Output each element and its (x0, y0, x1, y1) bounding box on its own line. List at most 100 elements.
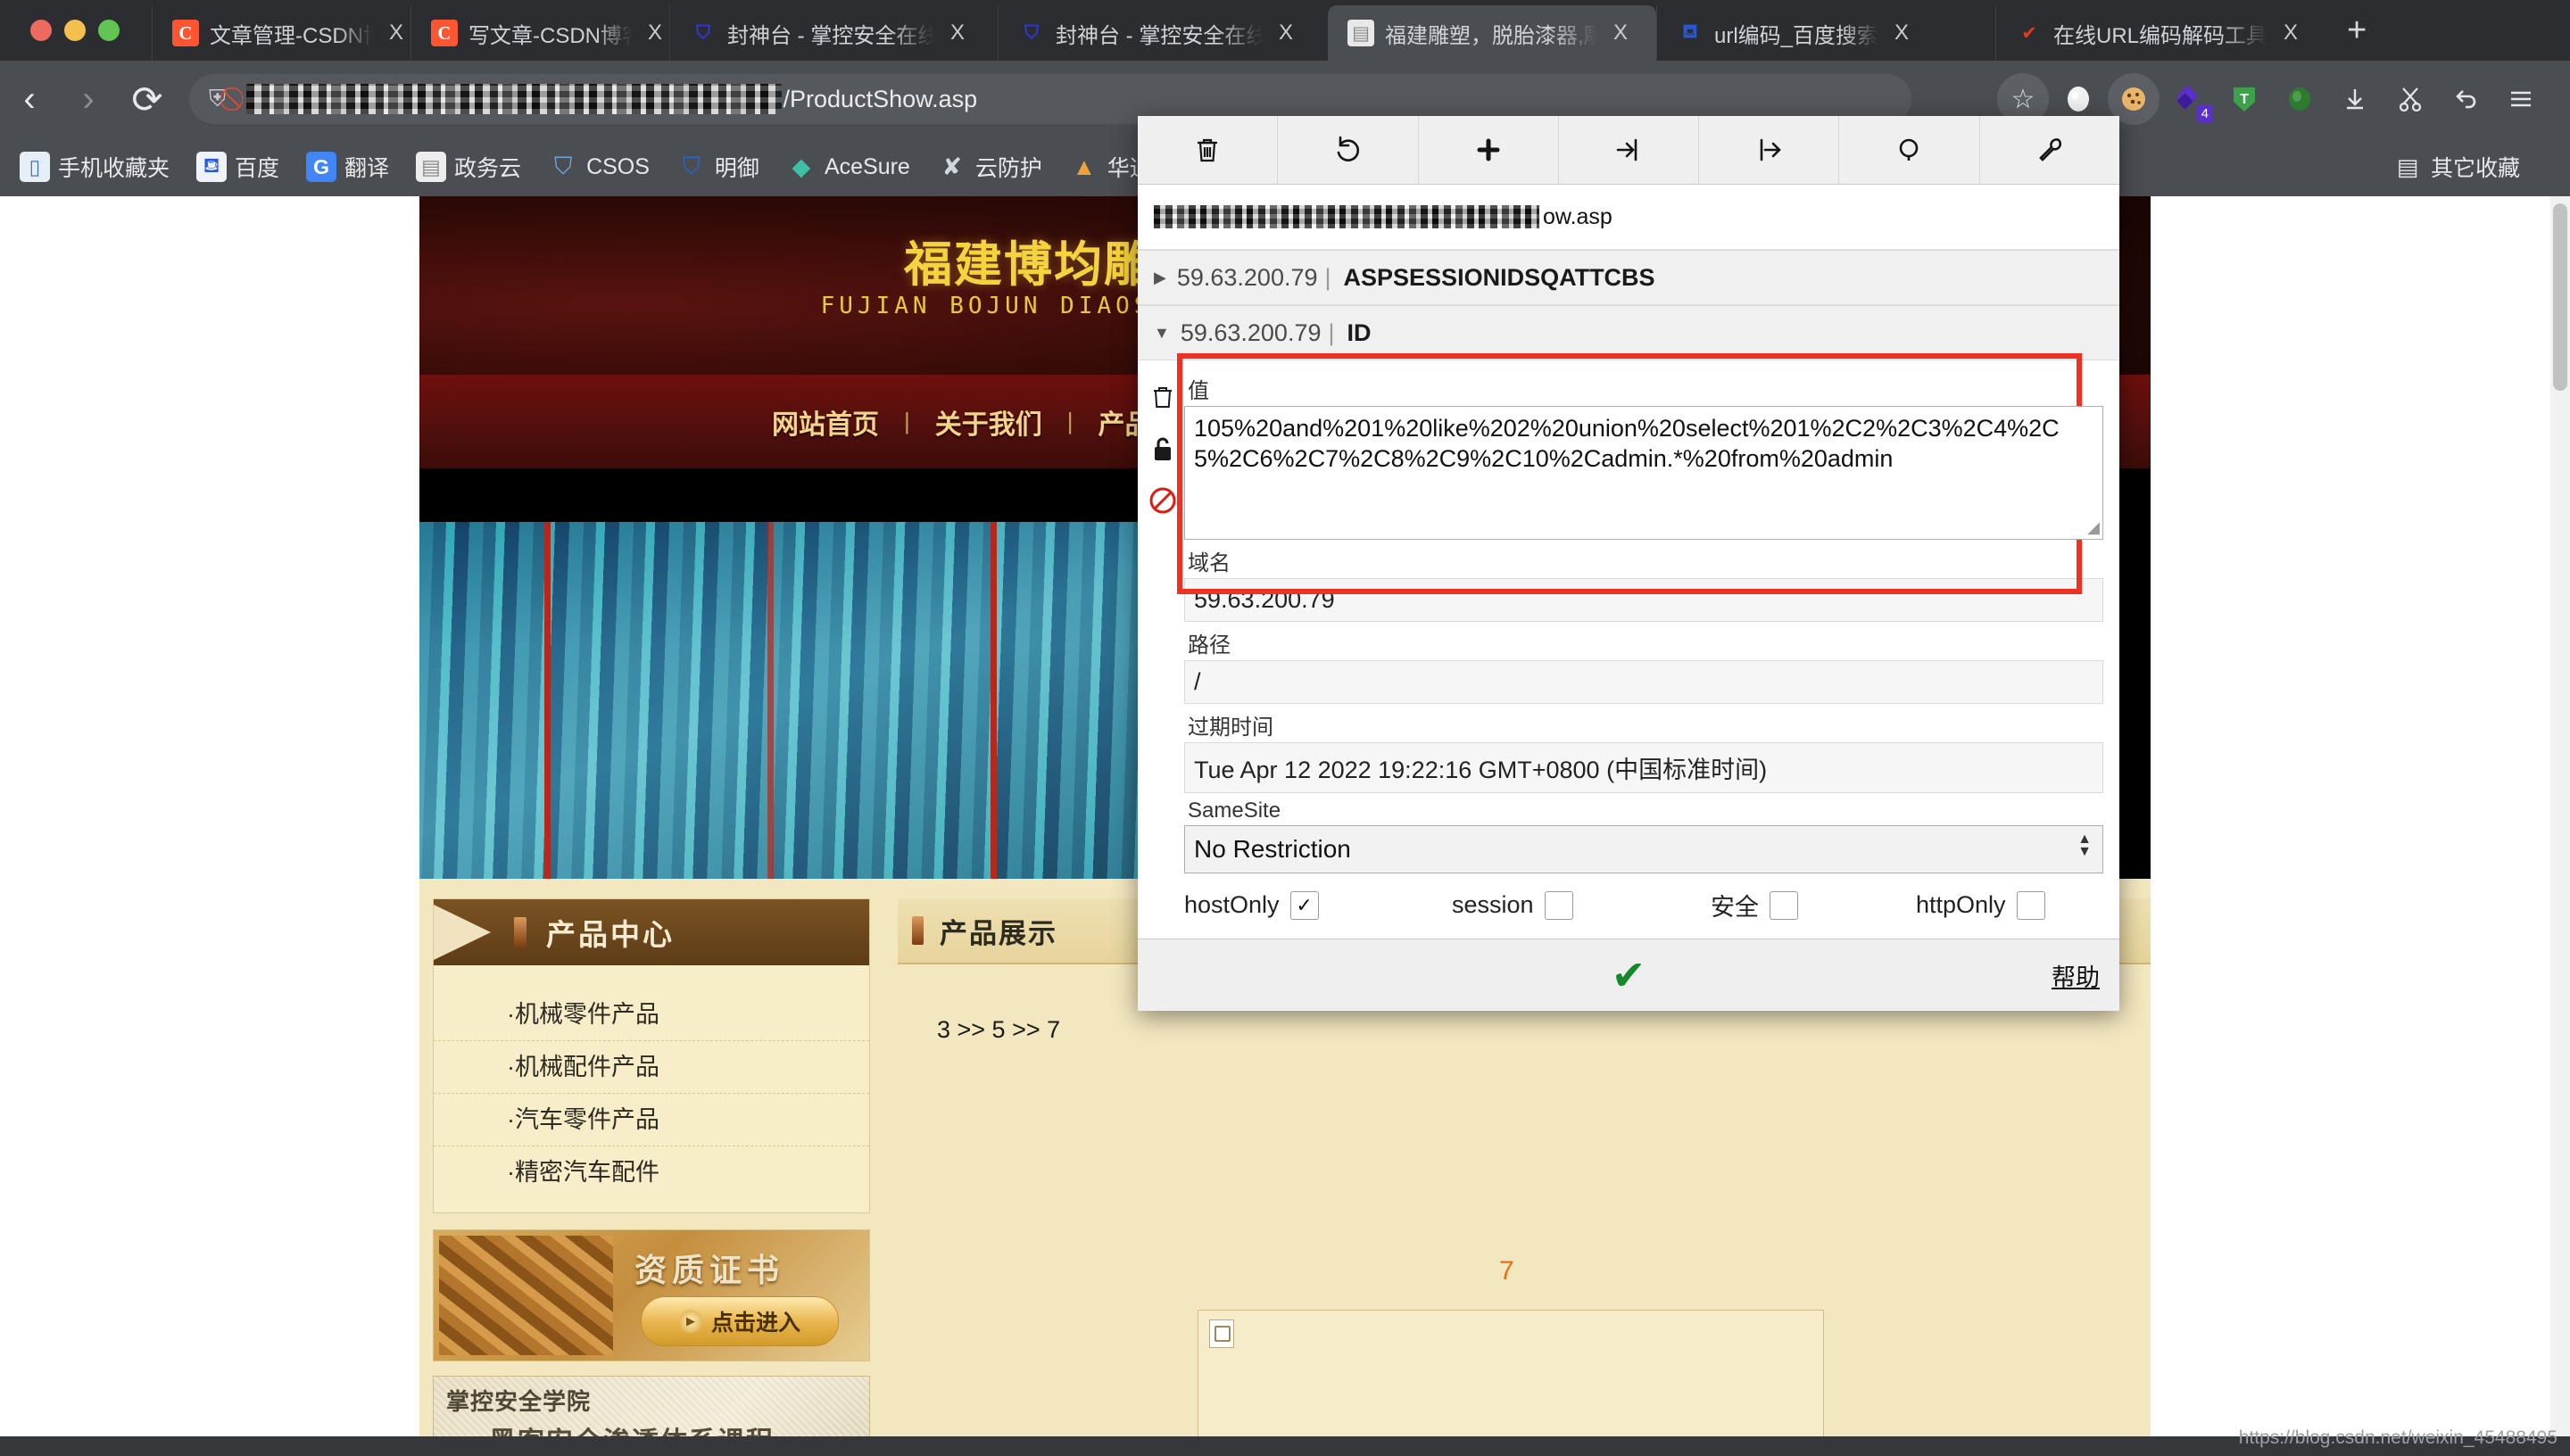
browser-menu-icon[interactable] (2495, 73, 2547, 125)
bookmark-item[interactable]: ⛾ 百度 (196, 151, 279, 183)
new-tab-button[interactable]: + (2347, 12, 2367, 50)
history-back-icon[interactable] (2440, 73, 2491, 125)
sidebar-item-3[interactable]: ·精密汽车配件 (434, 1146, 869, 1198)
certificate-promo-banner[interactable]: 资质证书 ▶ 点击进入 (433, 1229, 870, 1361)
minimize-window-button[interactable] (64, 20, 86, 41)
bookmark-item[interactable]: ▤ 政务云 (416, 151, 521, 183)
watermark-text: https://blog.csdn.net/weixin_45488495 (2238, 1427, 2558, 1448)
title-bullet-icon (912, 916, 924, 945)
tab-close-button[interactable]: X (2284, 21, 2298, 46)
tab-3[interactable]: ⛉ 封神台 - 掌控安全在线 X (998, 5, 1328, 61)
export-cookie-button[interactable] (1699, 116, 1840, 184)
bookmark-item[interactable]: ▯ 手机收藏夹 (20, 151, 170, 183)
sidebar-item-2[interactable]: ·汽车零件产品 (434, 1094, 869, 1146)
cookie-path-input[interactable]: / (1184, 660, 2103, 704)
httponly-checkbox[interactable] (2016, 890, 2045, 920)
save-cookie-button[interactable]: ✔ (1612, 951, 1646, 999)
course-promo-brand: 掌控安全学院 (446, 1388, 592, 1415)
baidu-icon: ⛾ (1682, 21, 1698, 42)
course-promo-banner[interactable]: 掌控安全学院 黑客安全渗透体系课程 现在点击免费学！ (433, 1376, 870, 1436)
sidebar-item-1[interactable]: ·机械配件产品 (434, 1041, 869, 1094)
screenshot-scissors-icon[interactable] (2384, 73, 2436, 125)
cookie-editor-popup: ow.asp ▶ 59.63.200.79 | ASPSESSIONIDSQAT… (1138, 116, 2119, 1011)
back-button[interactable]: ‹ (0, 79, 59, 120)
cookie-samesite-select[interactable]: No Restriction ▲ ▼ (1184, 825, 2103, 873)
scrollbar-thumb[interactable] (2553, 203, 2567, 391)
hostonly-checkbox-group[interactable]: hostOnly ✓ (1184, 890, 1452, 920)
bookmark-label: 翻译 (344, 156, 390, 181)
session-checkbox[interactable] (1544, 890, 1573, 920)
tab-1[interactable]: C 写文章-CSDN博客 X (410, 5, 669, 61)
search-cookie-button[interactable] (1839, 116, 1980, 184)
tab-2[interactable]: ⛉ 封神台 - 掌控安全在线 X (669, 5, 998, 61)
certificate-promo-image (439, 1236, 613, 1355)
redacted-url-mosaic (1154, 205, 1539, 228)
cookie-list-item-0[interactable]: ▶ 59.63.200.79 | ASPSESSIONIDSQATTCBS (1138, 250, 2119, 305)
page-gutter-left (0, 196, 419, 1436)
tab-0[interactable]: C 文章管理-CSDN博客 X (152, 5, 410, 61)
certificate-promo-button[interactable]: ▶ 点击进入 (641, 1296, 839, 1346)
bookmark-item[interactable]: ◆ AceSure (786, 152, 910, 182)
tab-close-button[interactable]: X (1894, 21, 1909, 46)
tab-close-button[interactable]: X (389, 21, 403, 46)
hostonly-checkbox[interactable]: ✓ (1289, 890, 1319, 920)
tab-4-active[interactable]: ▤ 福建雕塑，脱胎漆器,雕 X (1328, 5, 1656, 61)
cookie-expiration-label: 过期时间 (1188, 716, 1273, 740)
help-link[interactable]: 帮助 (2052, 958, 2100, 993)
block-icon[interactable] (1143, 475, 1182, 526)
green-extension-icon[interactable] (2274, 73, 2325, 125)
cookie-domain-input[interactable]: 59.63.200.79 (1184, 578, 2103, 622)
forward-button[interactable]: › (59, 79, 118, 120)
secure-checkbox[interactable] (1770, 890, 1798, 920)
window-controls[interactable] (30, 20, 120, 41)
tab-close-button[interactable]: X (1613, 21, 1628, 46)
session-checkbox-group[interactable]: session (1452, 890, 1711, 920)
diamond-icon: ◆ (792, 153, 811, 180)
purple-extension-icon[interactable]: 4 (2163, 73, 2215, 125)
cookie-domain: 59.63.200.79 (1176, 263, 1318, 291)
httponly-checkbox-group[interactable]: httpOnly (1916, 890, 2045, 920)
other-bookmarks-button[interactable]: ▤ 其它收藏 (2392, 151, 2543, 183)
reload-button[interactable]: ⟳ (118, 78, 177, 121)
tab-close-button[interactable]: X (1279, 21, 1293, 46)
options-button[interactable] (1980, 116, 2119, 184)
bookmark-item[interactable]: ✘ 云防护 (937, 151, 1042, 183)
unlock-icon[interactable] (1143, 423, 1182, 475)
csdn-icon: C (172, 20, 199, 46)
page-scrollbar[interactable] (2550, 196, 2570, 1436)
reset-cookie-button[interactable] (1278, 116, 1419, 184)
hostonly-label: hostOnly (1184, 891, 1280, 918)
add-cookie-button[interactable] (1419, 116, 1559, 184)
secure-checkbox-group[interactable]: 安全 (1711, 888, 1916, 922)
downloads-icon[interactable] (2329, 73, 2381, 125)
import-cookie-button[interactable] (1559, 116, 1700, 184)
cookie-value-input[interactable]: 105%20and%201%20like%202%20union%20selec… (1184, 406, 2103, 540)
site-info-shield-icon[interactable]: ⛨ (209, 85, 227, 113)
tab-close-button[interactable]: X (648, 21, 662, 46)
bookmark-label: AceSure (824, 153, 910, 179)
delete-cookie-button[interactable] (1138, 116, 1279, 184)
cookie-list-item-1[interactable]: ▼ 59.63.200.79 | ID (1138, 305, 2119, 360)
nav-link-home[interactable]: 网站首页 (772, 402, 879, 442)
bookmark-item[interactable]: G 翻译 (306, 151, 389, 183)
maximize-window-button[interactable] (98, 20, 120, 41)
product-image-placeholder (1198, 1310, 1824, 1436)
delete-this-cookie-icon[interactable] (1143, 371, 1182, 423)
cookie-name: ID (1347, 318, 1372, 346)
tab-label: 文章管理-CSDN博客 (210, 23, 373, 48)
cookie-value-label: 值 (1188, 379, 1209, 403)
nav-link-about[interactable]: 关于我们 (935, 402, 1042, 442)
tab-close-button[interactable]: X (950, 21, 965, 46)
cookie-expiration-input[interactable]: Tue Apr 12 2022 19:22:16 GMT+0800 (中国标准时… (1184, 742, 2103, 793)
cookie-domain-label: 域名 (1188, 551, 1231, 575)
tab-5[interactable]: ⛾ url编码_百度搜索 X (1656, 5, 1995, 61)
checkmark-icon: ✔ (2021, 22, 2037, 44)
resize-grip-icon[interactable]: ◢ (2087, 517, 2100, 538)
tab-strip[interactable]: C 文章管理-CSDN博客 X C 写文章-CSDN博客 X ⛉ 封神台 - 掌… (152, 0, 2367, 61)
bookmark-item[interactable]: ⛉ 明御 (676, 151, 759, 183)
bookmark-item[interactable]: ⛉ CSOS (548, 152, 650, 182)
sidebar-item-0[interactable]: ·机械零件产品 (434, 989, 869, 1041)
tampermonkey-icon[interactable]: T (2218, 73, 2270, 125)
tab-6[interactable]: ✔ 在线URL编码解码工具 X (1995, 5, 2324, 61)
close-window-button[interactable] (30, 20, 52, 41)
